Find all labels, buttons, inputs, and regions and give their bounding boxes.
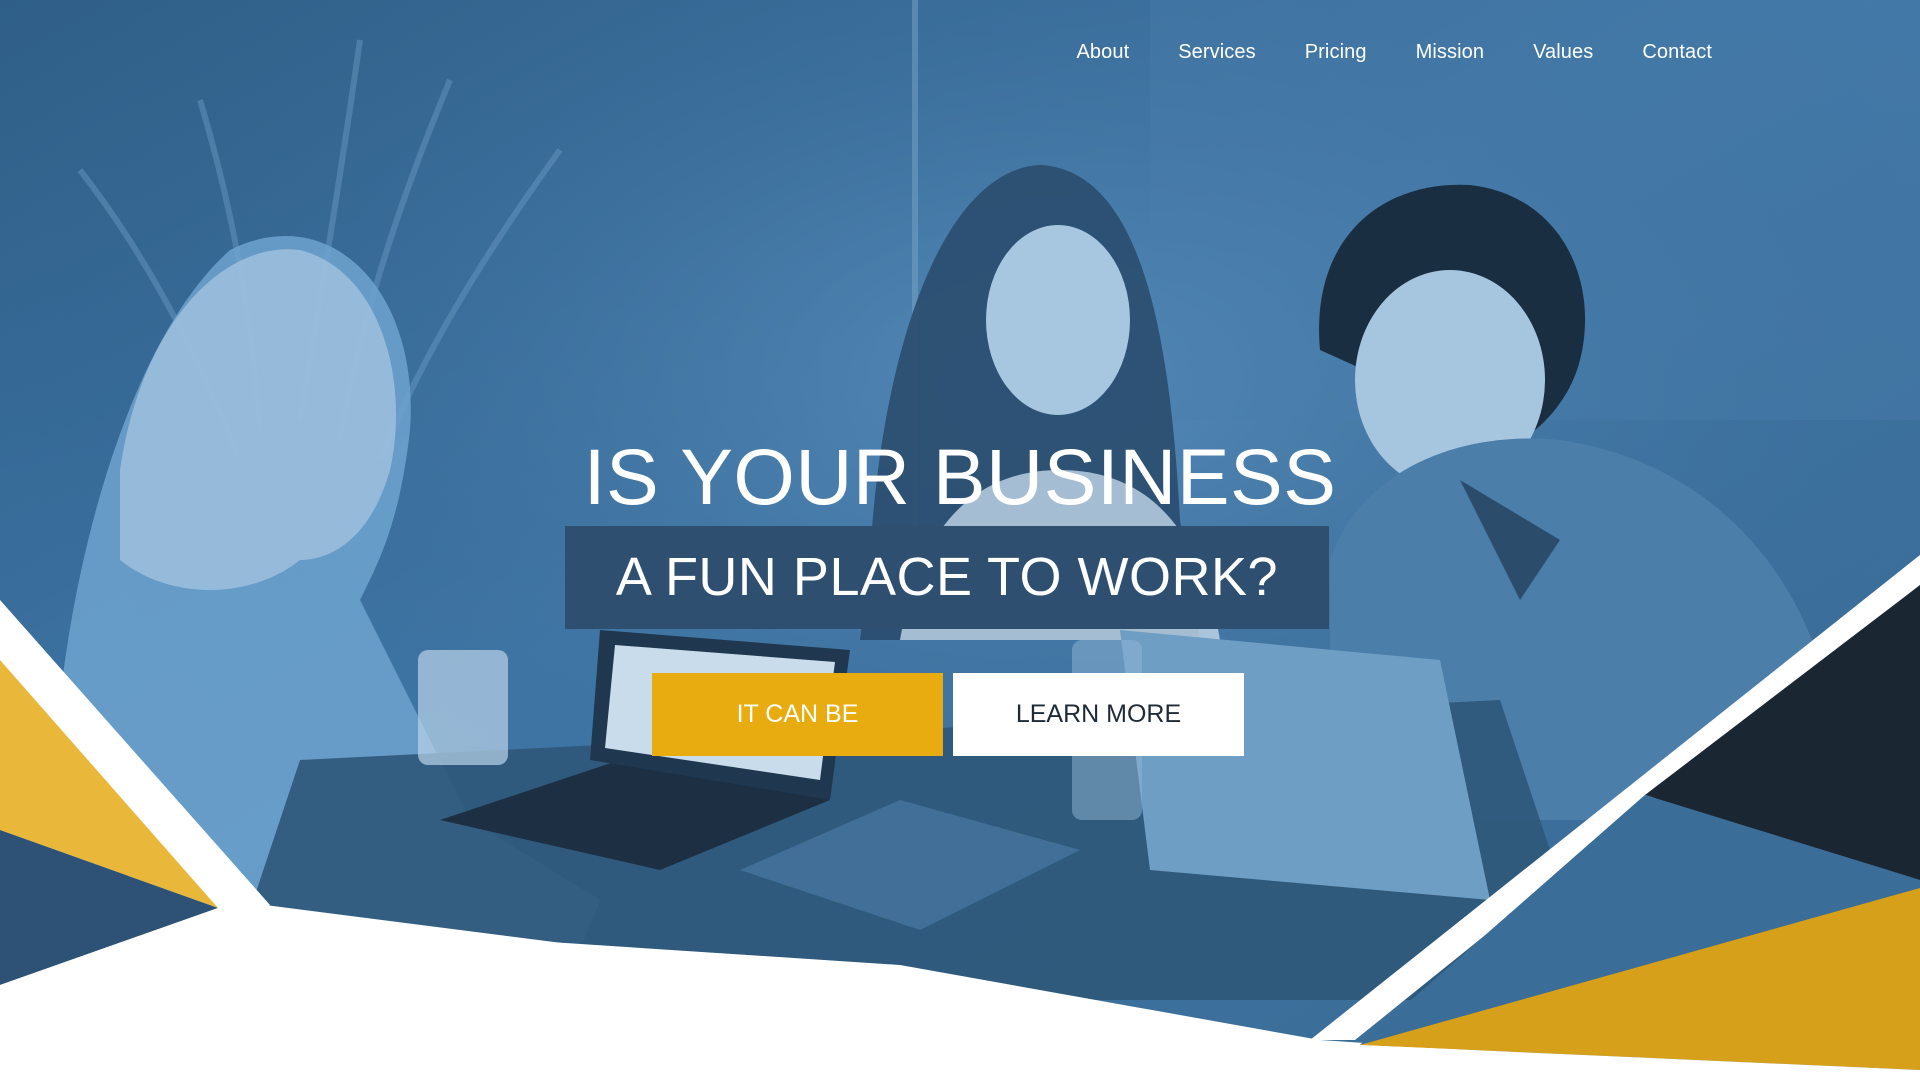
nav-values[interactable]: Values [1533, 38, 1593, 66]
landing-page: About Services Pricing Mission Values Co… [0, 0, 1920, 1080]
hero-headline: IS YOUR BUSINESS [0, 432, 1920, 522]
learn-more-button[interactable]: LEARN MORE [953, 673, 1244, 756]
nav-pricing[interactable]: Pricing [1305, 38, 1367, 66]
it-can-be-button[interactable]: IT CAN BE [652, 673, 943, 756]
nav-about[interactable]: About [1076, 38, 1129, 66]
nav-contact[interactable]: Contact [1642, 38, 1712, 66]
headline-line-1: IS YOUR BUSINESS [583, 432, 1337, 521]
main-nav: About Services Pricing Mission Values Co… [1027, 38, 1712, 66]
nav-services[interactable]: Services [1178, 38, 1256, 66]
headline-line-2: A FUN PLACE TO WORK? [565, 526, 1329, 629]
nav-mission[interactable]: Mission [1416, 38, 1485, 66]
